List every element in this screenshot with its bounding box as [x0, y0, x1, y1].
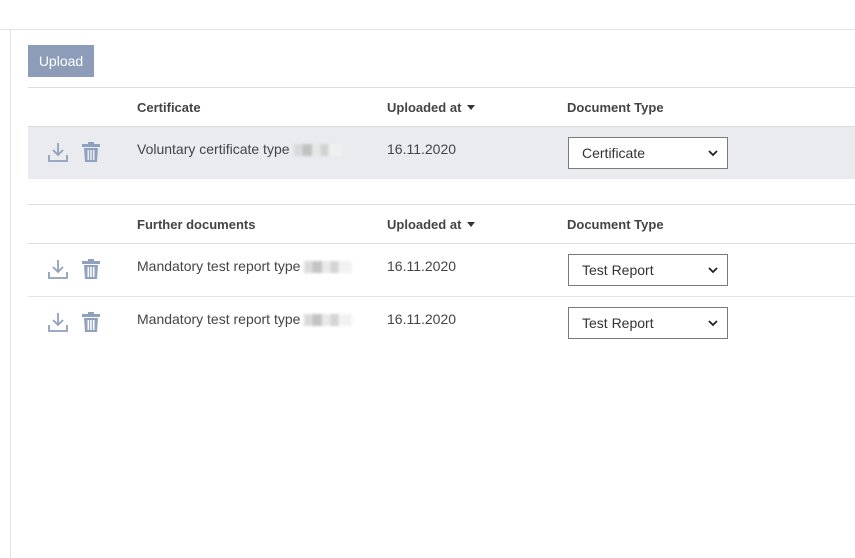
download-icon[interactable] [47, 258, 69, 280]
top-divider [0, 29, 855, 30]
column-header-further-documents: Further documents [137, 217, 256, 232]
redacted-text [293, 144, 342, 157]
uploaded-date: 16.11.2020 [387, 258, 457, 274]
column-header-document-type: Document Type [567, 217, 664, 232]
table-header: Further documents Uploaded at Document T… [28, 204, 855, 244]
uploaded-date: 16.11.2020 [387, 141, 457, 157]
column-header-uploaded-at[interactable]: Uploaded at [387, 100, 476, 115]
document-type-select[interactable]: Test Report [568, 307, 728, 339]
sort-desc-icon [467, 222, 476, 228]
trash-icon[interactable] [81, 311, 101, 333]
chevron-down-icon [708, 320, 718, 327]
upload-button[interactable]: Upload [28, 45, 94, 77]
table-row: Mandatory test report type 16.11.2020 Te… [28, 244, 855, 297]
column-header-document-type: Document Type [567, 100, 664, 115]
document-name: Mandatory test report type [137, 311, 353, 327]
download-icon[interactable] [47, 311, 69, 333]
download-icon[interactable] [47, 141, 69, 163]
trash-icon[interactable] [81, 141, 101, 163]
redacted-text [304, 261, 353, 274]
document-type-select[interactable]: Certificate [568, 137, 728, 169]
chevron-down-icon [708, 267, 718, 274]
chevron-down-icon [708, 150, 718, 157]
document-name: Voluntary certificate type [137, 141, 342, 157]
sort-desc-icon [467, 105, 476, 111]
certificate-table: Certificate Uploaded at Document Type Vo… [28, 87, 855, 179]
uploaded-date: 16.11.2020 [387, 311, 457, 327]
table-header: Certificate Uploaded at Document Type [28, 87, 855, 127]
table-row: Mandatory test report type 16.11.2020 Te… [28, 297, 855, 350]
trash-icon[interactable] [81, 258, 101, 280]
left-divider [10, 30, 11, 558]
document-name: Mandatory test report type [137, 258, 353, 274]
redacted-text [304, 314, 353, 327]
further-documents-table: Further documents Uploaded at Document T… [28, 204, 855, 350]
column-header-certificate: Certificate [137, 100, 201, 115]
document-type-select[interactable]: Test Report [568, 254, 728, 286]
column-header-uploaded-at[interactable]: Uploaded at [387, 217, 476, 232]
table-row: Voluntary certificate type 16.11.2020 Ce… [28, 127, 855, 179]
